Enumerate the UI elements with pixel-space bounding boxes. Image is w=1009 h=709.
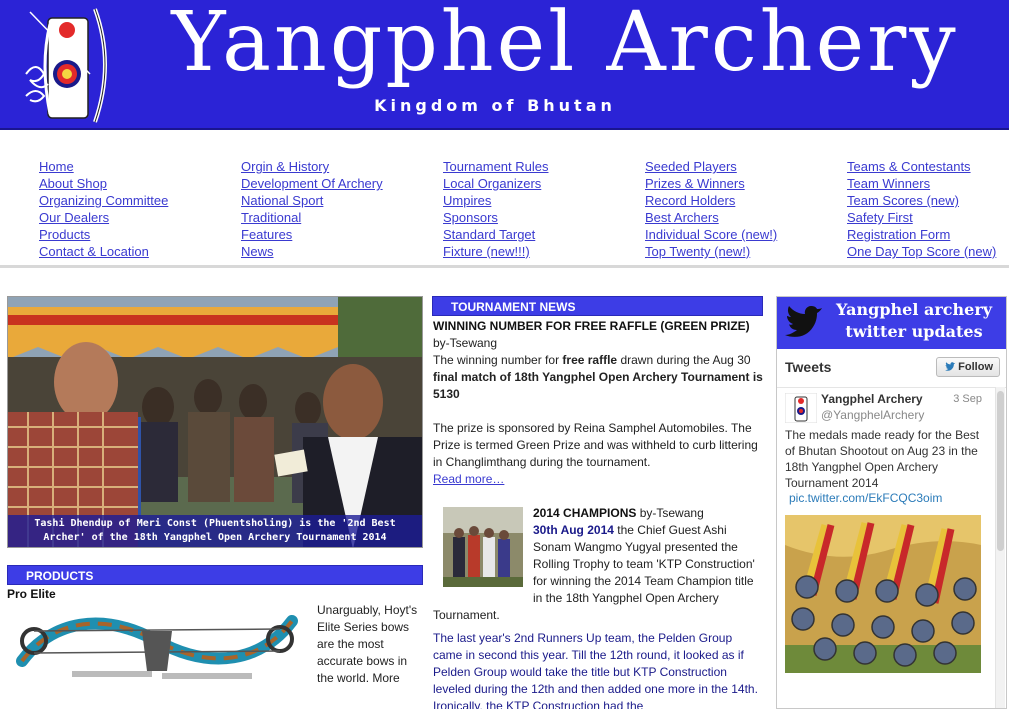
nav-link-development-of-archery[interactable]: Development Of Archery xyxy=(241,175,431,192)
nav-link-safety-first[interactable]: Safety First xyxy=(847,209,1009,226)
nav-column-3: Tournament Rules Local Organizers Umpire… xyxy=(443,158,633,260)
main-navigation: Home About Shop Organizing Committee Our… xyxy=(0,130,1009,268)
nav-link-origin-history[interactable]: Orgin & History xyxy=(241,158,431,175)
nav-link-organizing-committee[interactable]: Organizing Committee xyxy=(39,192,229,209)
nav-link-tournament-rules[interactable]: Tournament Rules xyxy=(443,158,633,175)
medals-photo[interactable] xyxy=(785,515,981,673)
tweets-label: Tweets xyxy=(785,359,832,375)
nav-link-umpires[interactable]: Umpires xyxy=(443,192,633,209)
nav-link-local-organizers[interactable]: Local Organizers xyxy=(443,175,633,192)
site-subtitle: Kingdom of Bhutan xyxy=(374,96,616,115)
tweet-text: The medals made ready for the Best of Bh… xyxy=(785,428,980,490)
nav-link-contact-location[interactable]: Contact & Location xyxy=(39,243,229,260)
nav-link-products[interactable]: Products xyxy=(39,226,229,243)
nav-link-top-twenty[interactable]: Top Twenty (new!) xyxy=(645,243,835,260)
nav-column-5: Teams & Contestants Team Winners Team Sc… xyxy=(847,158,1009,260)
avatar[interactable] xyxy=(785,393,817,423)
nav-link-individual-score[interactable]: Individual Score (new!) xyxy=(645,226,835,243)
tweet-author-handle[interactable]: @YangphelArchery xyxy=(821,408,924,422)
nav-column-1: Home About Shop Organizing Committee Our… xyxy=(39,158,229,260)
nav-link-seeded-players[interactable]: Seeded Players xyxy=(645,158,835,175)
news-date: 30th Aug 2014 xyxy=(533,523,614,537)
nav-link-national-sport[interactable]: National Sport xyxy=(241,192,431,209)
tweet-date[interactable]: 3 Sep xyxy=(953,393,982,405)
featured-photo[interactable]: Tashi Dhendup of Meri Const (Phuentsholi… xyxy=(7,296,423,548)
news-paragraph: The last year's 2nd Runners Up team, the… xyxy=(433,631,758,709)
compound-bow-image[interactable] xyxy=(12,601,302,709)
nav-link-home[interactable]: Home xyxy=(39,158,229,175)
news-title-champions[interactable]: 2014 CHAMPIONS xyxy=(533,506,636,520)
read-more-link[interactable]: Read more… xyxy=(433,472,504,486)
news-paragraph: The winning number for free raffle drawn… xyxy=(433,353,763,401)
main-content: Tashi Dhendup of Meri Const (Phuentsholi… xyxy=(0,268,1009,709)
news-item-champions: 2014 CHAMPIONS by-Tsewang 30th Aug 2014 … xyxy=(433,505,763,709)
nav-link-fixture[interactable]: Fixture (new!!!) xyxy=(443,243,633,260)
nav-link-our-dealers[interactable]: Our Dealers xyxy=(39,209,229,226)
twitter-widget: Yangphel archery twitter updates Tweets … xyxy=(776,296,1007,709)
nav-link-about-shop[interactable]: About Shop xyxy=(39,175,229,192)
twitter-bird-icon xyxy=(945,362,956,371)
tweet-media-link[interactable]: pic.twitter.com/EkFCQC3oim xyxy=(789,491,942,505)
twitter-scrollbar[interactable] xyxy=(995,387,1005,708)
site-title: Yangphel Archery xyxy=(171,0,959,90)
news-item-raffle: WINNING NUMBER FOR FREE RAFFLE (GREEN PR… xyxy=(433,318,763,488)
nav-link-team-scores[interactable]: Team Scores (new) xyxy=(847,192,1009,209)
scrollbar-thumb[interactable] xyxy=(997,391,1004,551)
nav-link-best-archers[interactable]: Best Archers xyxy=(645,209,835,226)
award-ceremony-photo xyxy=(8,297,422,547)
follow-button-label: Follow xyxy=(958,361,993,373)
nav-link-teams-contestants[interactable]: Teams & Contestants xyxy=(847,158,1009,175)
product-name[interactable]: Pro Elite xyxy=(7,587,56,601)
nav-column-2: Orgin & History Development Of Archery N… xyxy=(241,158,431,260)
nav-link-sponsors[interactable]: Sponsors xyxy=(443,209,633,226)
nav-link-registration-form[interactable]: Registration Form xyxy=(847,226,1009,243)
news-byline: by-Tsewang xyxy=(636,506,704,520)
nav-link-standard-target[interactable]: Standard Target xyxy=(443,226,633,243)
tournament-news-column: TOURNAMENT NEWS WINNING NUMBER FOR FREE … xyxy=(432,296,763,709)
divider xyxy=(777,387,1006,388)
nav-link-one-day-top-score[interactable]: One Day Top Score (new) xyxy=(847,243,1009,260)
news-title-raffle[interactable]: WINNING NUMBER FOR FREE RAFFLE (GREEN PR… xyxy=(433,319,750,333)
twitter-banner-title: Yangphel archery twitter updates xyxy=(835,300,993,341)
nav-link-features[interactable]: Features xyxy=(241,226,431,243)
nav-link-record-holders[interactable]: Record Holders xyxy=(645,192,835,209)
twitter-timeline-header: Tweets Follow xyxy=(785,357,1000,381)
twitter-bird-icon xyxy=(785,306,822,337)
nav-link-news[interactable]: News xyxy=(241,243,431,260)
follow-button[interactable]: Follow xyxy=(936,357,1000,377)
nav-link-prizes-winners[interactable]: Prizes & Winners xyxy=(645,175,835,192)
nav-column-4: Seeded Players Prizes & Winners Record H… xyxy=(645,158,835,260)
news-body: WINNING NUMBER FOR FREE RAFFLE (GREEN PR… xyxy=(433,318,763,709)
products-heading: PRODUCTS xyxy=(7,565,423,585)
nav-link-team-winners[interactable]: Team Winners xyxy=(847,175,1009,192)
archery-emblem-logo[interactable] xyxy=(20,4,120,126)
twitter-banner: Yangphel archery twitter updates xyxy=(777,297,1006,349)
site-header: Yangphel Archery Kingdom of Bhutan xyxy=(0,0,1009,130)
nav-link-traditional[interactable]: Traditional xyxy=(241,209,431,226)
news-byline: by-Tsewang xyxy=(433,336,498,350)
news-paragraph: The prize is sponsored by Reina Samphel … xyxy=(433,421,758,469)
product-description: Unarguably, Hoyt's Elite Series bows are… xyxy=(317,603,418,685)
tournament-news-heading: TOURNAMENT NEWS xyxy=(432,296,763,316)
tweet-author-name[interactable]: Yangphel Archery xyxy=(821,392,923,406)
photo-caption: Tashi Dhendup of Meri Const (Phuentsholi… xyxy=(8,515,422,547)
champions-photo[interactable] xyxy=(443,507,523,587)
